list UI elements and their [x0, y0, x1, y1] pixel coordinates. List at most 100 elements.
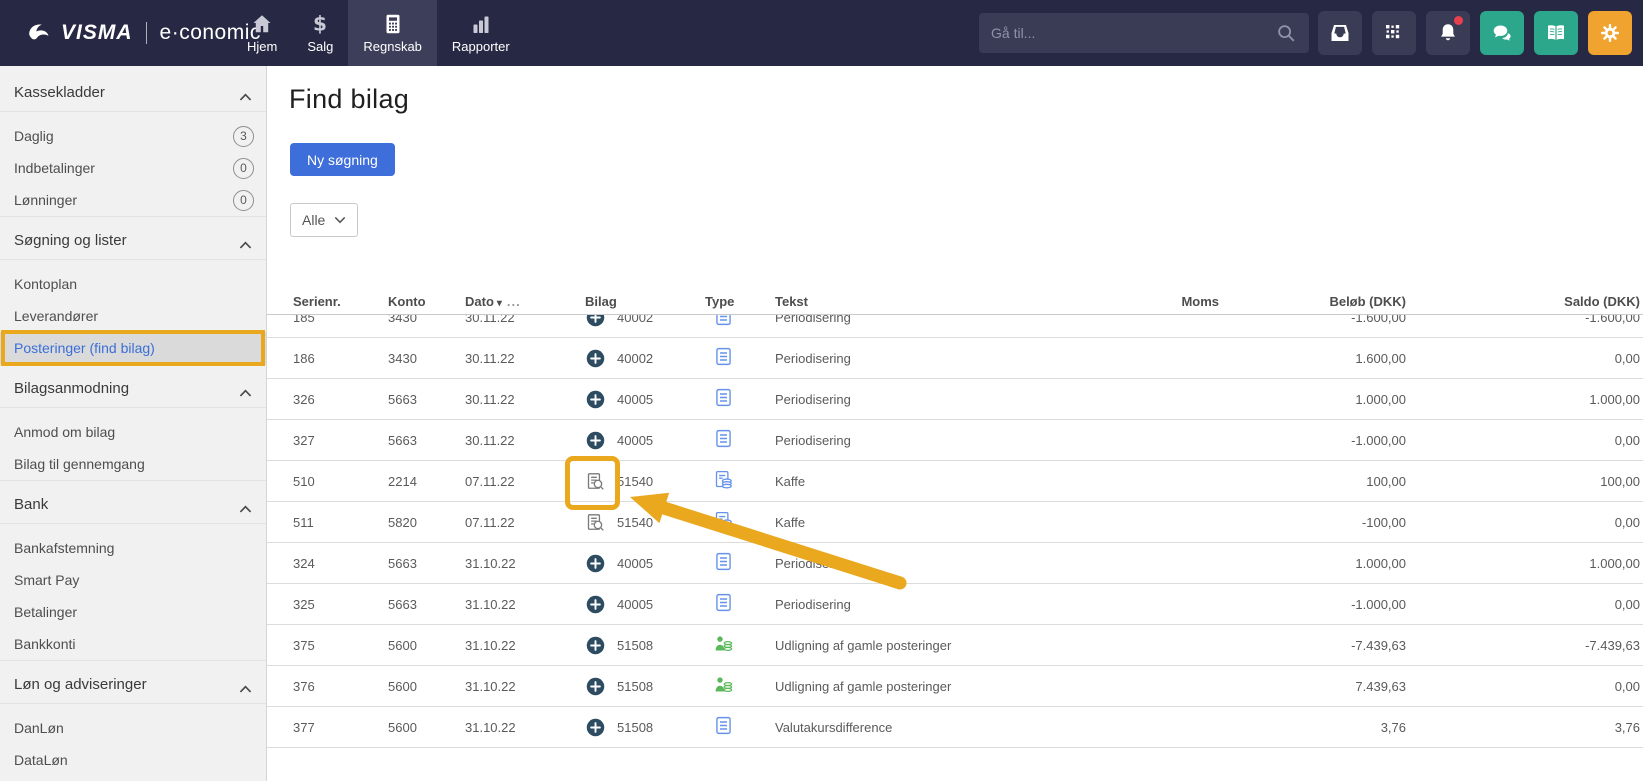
- apps-button[interactable]: [1372, 11, 1416, 55]
- cell-serienr: 325: [293, 597, 388, 612]
- cell-serienr: 186: [293, 351, 388, 366]
- sidebar-item-bankkonti[interactable]: Bankkonti: [0, 628, 266, 660]
- cell-saldo: 0,00: [1406, 679, 1640, 694]
- sidebar-item-posteringer-find-bilag[interactable]: Posteringer (find bilag): [0, 332, 266, 364]
- attach-voucher-icon[interactable]: [585, 676, 606, 697]
- sidebar-item-smart-pay[interactable]: Smart Pay: [0, 564, 266, 596]
- settings-icon: [1598, 21, 1622, 45]
- filter-dropdown[interactable]: Alle: [290, 203, 358, 237]
- notifications-button[interactable]: [1426, 11, 1470, 55]
- table-row[interactable]: 186 3430 30.11.22 40002 Periodisering 1.…: [267, 338, 1643, 379]
- column-header-belob[interactable]: Beløb (DKK): [1219, 294, 1406, 309]
- column-header-moms[interactable]: Moms: [1099, 294, 1219, 309]
- brand-logo[interactable]: VISMA e·conomic: [26, 0, 261, 66]
- cell-serienr: 510: [293, 474, 388, 489]
- attach-voucher-icon[interactable]: [585, 389, 606, 410]
- table-row[interactable]: 375 5600 31.10.22 51508 Udligning af gam…: [267, 625, 1643, 666]
- table-row[interactable]: 377 5600 31.10.22 51508 Valutakursdiffer…: [267, 707, 1643, 748]
- cash-type-icon: [713, 469, 734, 490]
- attach-voucher-icon[interactable]: [585, 553, 606, 574]
- cell-bilag: 40002: [585, 348, 705, 369]
- sidebar-item-anmod-om-bilag[interactable]: Anmod om bilag: [0, 416, 266, 448]
- sidebar-item-lønninger[interactable]: Lønninger 0: [0, 184, 266, 216]
- sidebar-section-header[interactable]: Bilagsanmodning: [0, 370, 266, 408]
- bilag-number: 40002: [617, 315, 653, 325]
- nav-tab-regnskab[interactable]: Regnskab: [348, 0, 437, 66]
- column-more[interactable]: ...: [507, 294, 521, 309]
- table-row[interactable]: 327 5663 30.11.22 40005 Periodisering -1…: [267, 420, 1643, 461]
- chevron-up-icon: [239, 88, 252, 97]
- topbar-buttons: [1318, 11, 1632, 55]
- column-header-konto[interactable]: Konto: [388, 294, 465, 309]
- sidebar-section-title: Kassekladder: [14, 84, 105, 101]
- column-header-serienr[interactable]: Serienr.: [293, 294, 388, 309]
- search-icon[interactable]: [1275, 22, 1297, 44]
- sidebar-item-bilag-til-gennemgang[interactable]: Bilag til gennemgang: [0, 448, 266, 480]
- sidebar-item-danløn[interactable]: DanLøn: [0, 712, 266, 744]
- table-row[interactable]: 376 5600 31.10.22 51508 Udligning af gam…: [267, 666, 1643, 707]
- cell-dato: 31.10.22: [465, 556, 585, 571]
- find-voucher-icon[interactable]: [585, 512, 606, 533]
- cell-type: [705, 633, 775, 657]
- attach-voucher-icon[interactable]: [585, 594, 606, 615]
- cell-konto: 5820: [388, 515, 465, 530]
- inbox-icon: [1328, 21, 1352, 45]
- inbox-button[interactable]: [1318, 11, 1362, 55]
- chevron-up-icon: [239, 236, 252, 245]
- cell-saldo: 0,00: [1406, 515, 1640, 530]
- table-row[interactable]: 326 5663 30.11.22 40005 Periodisering 1.…: [267, 379, 1643, 420]
- sidebar-section-title: Bilagsanmodning: [14, 380, 129, 397]
- sidebar-item-kontoplan[interactable]: Kontoplan: [0, 268, 266, 300]
- settings-button[interactable]: [1588, 11, 1632, 55]
- table-row[interactable]: 510 2214 07.11.22 51540 Kaffe 100,00 100…: [267, 461, 1643, 502]
- journal-type-icon: [713, 387, 734, 408]
- column-header-type[interactable]: Type: [705, 294, 775, 309]
- sidebar-section-header[interactable]: Løn og adviseringer: [0, 666, 266, 704]
- sidebar-section-header[interactable]: Søgning og lister: [0, 222, 266, 260]
- sidebar-item-indbetalinger[interactable]: Indbetalinger 0: [0, 152, 266, 184]
- cell-saldo: -1.600,00: [1406, 315, 1640, 325]
- nav-tab-salg[interactable]: $ Salg: [292, 0, 348, 66]
- main-nav: Hjem $ Salg Regnskab Rapporter: [232, 0, 525, 66]
- sidebar-section-header[interactable]: Bank: [0, 486, 266, 524]
- help-book-button[interactable]: [1534, 11, 1578, 55]
- sidebar-item-dataløn[interactable]: DataLøn: [0, 744, 266, 776]
- main-content: Find bilag Ny søgning Alle Serienr.Konto…: [267, 66, 1643, 781]
- attach-voucher-icon[interactable]: [585, 315, 606, 328]
- chevron-up-icon: [239, 500, 252, 509]
- sidebar-section: Kassekladder Daglig 3 Indbetalinger 0 Lø…: [0, 74, 266, 217]
- table-row[interactable]: 324 5663 31.10.22 40005 Periodisering 1.…: [267, 543, 1643, 584]
- table-row[interactable]: 511 5820 07.11.22 51540 Kaffe -100,00 0,…: [267, 502, 1643, 543]
- topbar: VISMA e·conomic Hjem $ Salg Regnskab Rap…: [0, 0, 1643, 66]
- sidebar-item-daglig[interactable]: Daglig 3: [0, 120, 266, 152]
- cell-tekst: Periodisering: [775, 351, 1099, 366]
- search-input[interactable]: [991, 25, 1275, 41]
- help-book-icon: [1544, 21, 1568, 45]
- attach-voucher-icon[interactable]: [585, 348, 606, 369]
- attach-voucher-icon[interactable]: [585, 717, 606, 738]
- attach-voucher-icon[interactable]: [585, 430, 606, 451]
- column-header-dato[interactable]: Dato▾...: [465, 294, 585, 309]
- sidebar-item-proløn[interactable]: Proløn: [0, 776, 266, 781]
- cell-tekst: Kaffe: [775, 515, 1099, 530]
- new-search-button[interactable]: Ny søgning: [290, 143, 395, 176]
- column-header-bilag[interactable]: Bilag: [585, 294, 705, 309]
- cell-konto: 3430: [388, 351, 465, 366]
- sidebar-item-leverandører[interactable]: Leverandører: [0, 300, 266, 332]
- nav-tab-hjem[interactable]: Hjem: [232, 0, 292, 66]
- sidebar-item-bankafstemning[interactable]: Bankafstemning: [0, 532, 266, 564]
- chat-button[interactable]: [1480, 11, 1524, 55]
- table-row[interactable]: 185 3430 30.11.22 40002 Periodisering -1…: [267, 315, 1643, 338]
- sidebar: Kassekladder Daglig 3 Indbetalinger 0 Lø…: [0, 66, 267, 781]
- nav-tab-rapporter[interactable]: Rapporter: [437, 0, 525, 66]
- count-badge: 0: [233, 158, 254, 179]
- cell-dato: 31.10.22: [465, 638, 585, 653]
- column-header-tekst[interactable]: Tekst: [775, 294, 1099, 309]
- sidebar-section-header[interactable]: Kassekladder: [0, 74, 266, 112]
- cell-belob: 3,76: [1219, 720, 1406, 735]
- find-voucher-icon[interactable]: [585, 471, 606, 492]
- sidebar-item-betalinger[interactable]: Betalinger: [0, 596, 266, 628]
- column-header-saldo[interactable]: Saldo (DKK): [1406, 294, 1640, 309]
- table-row[interactable]: 325 5663 31.10.22 40005 Periodisering -1…: [267, 584, 1643, 625]
- attach-voucher-icon[interactable]: [585, 635, 606, 656]
